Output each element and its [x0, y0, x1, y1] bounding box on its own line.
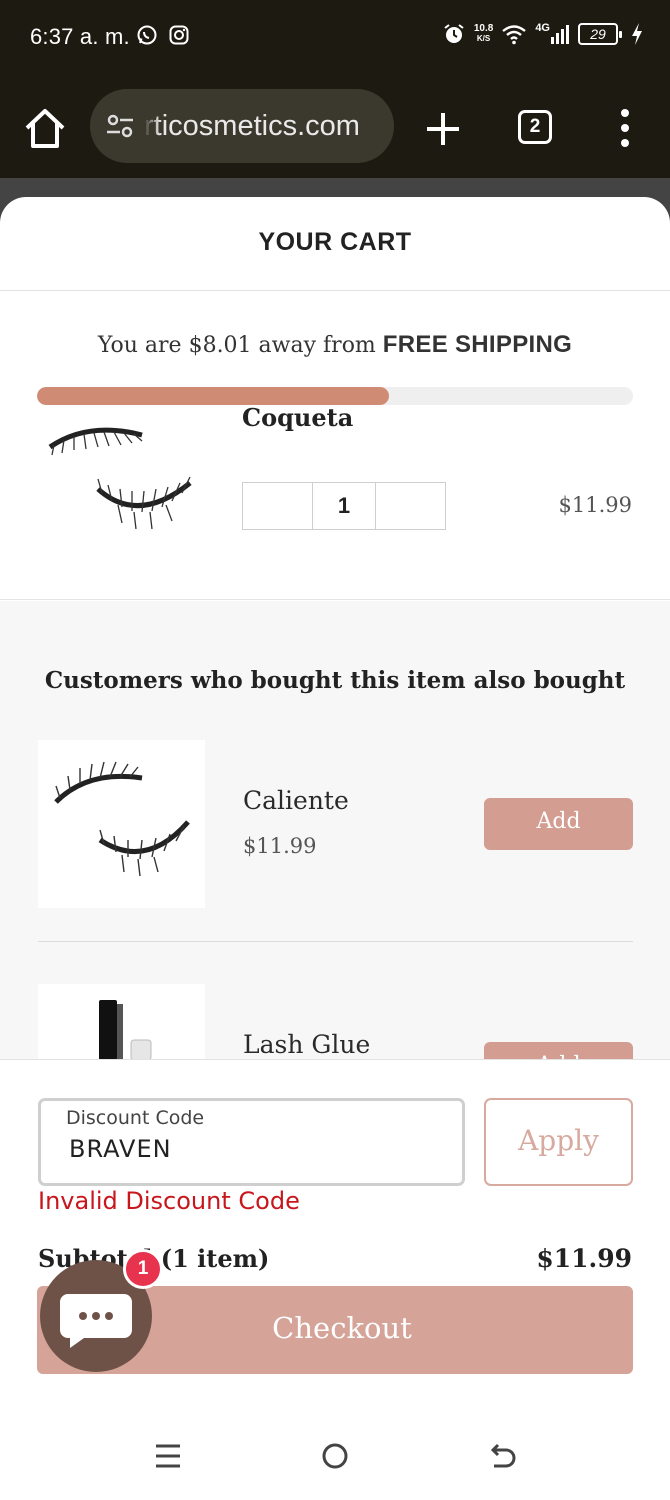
discount-input[interactable]: [69, 1135, 449, 1163]
network-type: 4G: [535, 22, 550, 34]
back-icon[interactable]: [484, 1438, 520, 1474]
cart-line-item: Coqueta 1 $11.99: [0, 405, 670, 600]
status-bar: 6:37 a. m. 10.8 K/S 4G 29: [0, 0, 670, 76]
quantity-stepper: 1: [242, 482, 446, 530]
upsell-product-name[interactable]: Caliente: [243, 786, 349, 815]
discount-error: Invalid Discount Code: [38, 1187, 300, 1215]
shipping-prefix: You are $8.01 away from: [97, 333, 376, 358]
quantity-value[interactable]: 1: [311, 483, 377, 529]
quantity-increase-button[interactable]: [376, 483, 445, 529]
product-image: [38, 425, 200, 549]
upsell-product-price: $11.99: [243, 834, 317, 858]
speed-value: 10.8: [473, 23, 494, 34]
add-button[interactable]: Add: [484, 1042, 633, 1059]
new-tab-icon[interactable]: [424, 110, 462, 148]
subtotal-value: $11.99: [536, 1244, 632, 1273]
upsell-item: Caliente $11.99 Add: [38, 740, 633, 908]
address-bar[interactable]: rticosmetics.com: [90, 89, 394, 163]
divider: [38, 941, 633, 942]
cart-title: YOUR CART: [0, 197, 670, 291]
upsell-item: Lash Glue Add: [38, 984, 633, 1059]
network-speed: 10.8 K/S: [474, 24, 493, 44]
shipping-highlight: FREE SHIPPING: [382, 331, 573, 358]
battery-icon: 29: [578, 23, 622, 45]
product-price: $11.99: [558, 493, 632, 517]
add-button[interactable]: Add: [484, 798, 633, 850]
url-text: rticosmetics.com: [144, 109, 360, 142]
shipping-progress-bar: [37, 387, 633, 405]
apply-button[interactable]: Apply: [484, 1098, 633, 1186]
upsell-product-name[interactable]: Lash Glue: [243, 1030, 370, 1059]
discount-field[interactable]: Discount Code: [38, 1098, 465, 1186]
charging-icon: [632, 23, 642, 45]
tabs-icon[interactable]: 2: [518, 110, 552, 144]
upsell-product-image[interactable]: [38, 984, 205, 1059]
upsell-product-image[interactable]: [38, 740, 205, 908]
overflow-menu-icon[interactable]: [616, 106, 634, 150]
speed-unit: K/S: [476, 34, 491, 43]
shipping-progress-fill: [37, 387, 389, 405]
instagram-icon: [169, 25, 189, 45]
chat-notification-badge: 1: [123, 1249, 163, 1289]
site-settings-icon[interactable]: [104, 110, 136, 142]
system-navigation-bar: [0, 1408, 670, 1500]
alarm-icon: [444, 24, 464, 43]
browser-toolbar: rticosmetics.com 2: [0, 76, 670, 178]
discount-label: Discount Code: [66, 1107, 205, 1129]
upsell-title: Customers who bought this item also boug…: [44, 667, 626, 694]
home-circle-icon[interactable]: [317, 1438, 353, 1474]
quantity-decrease-button[interactable]: [243, 483, 312, 529]
whatsapp-icon: [137, 25, 157, 45]
upsell-section: Customers who bought this item also boug…: [0, 601, 670, 1059]
free-shipping-message: You are $8.01 away from FREE SHIPPING: [0, 331, 670, 359]
status-time: 6:37 a. m.: [30, 24, 130, 49]
home-icon[interactable]: [22, 106, 68, 150]
product-name[interactable]: Coqueta: [242, 405, 353, 432]
wifi-icon: [502, 25, 527, 45]
signal-icon: [551, 25, 569, 44]
recents-icon[interactable]: [150, 1438, 186, 1474]
